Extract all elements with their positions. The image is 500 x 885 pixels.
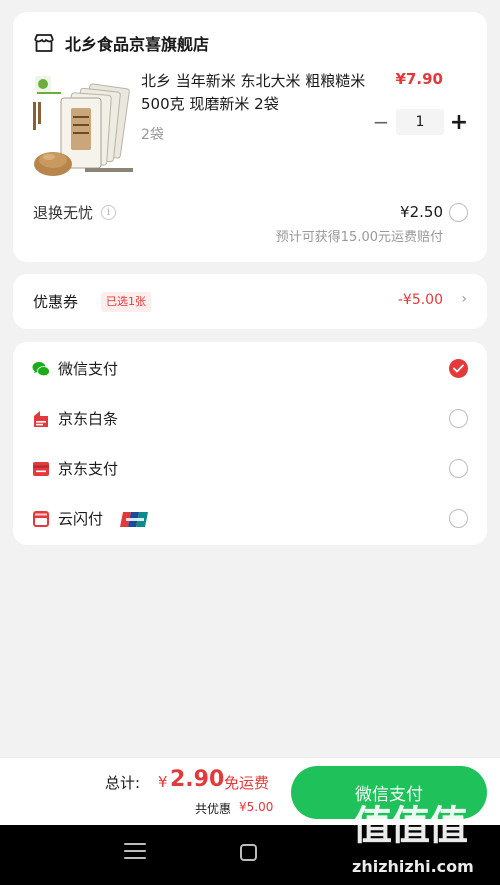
product-price: ¥7.90	[395, 70, 443, 88]
return-service-label: 退换无忧	[33, 204, 94, 222]
product-title[interactable]: 北乡 当年新米 东北大米 粗粮糙米500克 现磨新米 2袋	[141, 70, 371, 116]
quantity-minus-button[interactable]: −	[369, 110, 393, 134]
payment-methods: 微信支付 京东白条 京东支付 云闪付	[13, 342, 487, 545]
return-service-note: 预计可获得15.00元运费赔付	[275, 230, 443, 245]
store-icon	[33, 33, 55, 53]
jd-baitiao-icon	[32, 410, 50, 428]
watermark-text: zhizhizhi.com	[352, 857, 474, 876]
discount-amount: ¥5.00	[239, 800, 274, 814]
payment-option-quickpass[interactable]: 云闪付	[13, 493, 487, 543]
free-shipping-label: 免运费	[224, 774, 270, 792]
info-icon[interactable]: i	[101, 205, 117, 220]
coupon-amount: -¥5.00	[397, 292, 443, 308]
payment-label: 京东支付	[58, 460, 119, 478]
payment-label: 微信支付	[58, 360, 119, 378]
payment-radio[interactable]	[449, 459, 468, 478]
payment-option-jd-pay[interactable]: 京东支付	[13, 443, 487, 493]
store-card: 北乡食品京喜旗舰店 北乡 当年新米 东北大米 粗粮糙米500克 现磨新米 2袋 …	[13, 12, 487, 262]
jd-pay-icon	[32, 460, 50, 478]
discount-label: 共优惠	[195, 802, 232, 816]
home-icon[interactable]	[240, 844, 257, 861]
payment-label: 云闪付	[58, 510, 104, 528]
coupon-row[interactable]: 优惠券 已选1张 -¥5.00 ›	[13, 274, 487, 329]
payment-label: 京东白条	[58, 410, 119, 428]
store-name: 北乡食品京喜旗舰店	[65, 35, 210, 54]
quantity-input[interactable]: 1	[396, 109, 444, 135]
payment-option-jd-baitiao[interactable]: 京东白条	[13, 393, 487, 443]
watermark: 值值值 zhizhizhi.com	[352, 803, 492, 883]
payment-radio-checked[interactable]	[449, 359, 468, 378]
quickpass-icon	[32, 510, 50, 528]
store-header[interactable]: 北乡食品京喜旗舰店	[33, 30, 209, 56]
total-label: 总计:	[105, 774, 141, 792]
watermark-logo: 值值值	[352, 803, 468, 849]
return-service-row[interactable]: 退换无忧 i	[33, 202, 117, 223]
payment-option-wechat[interactable]: 微信支付	[13, 343, 487, 393]
payment-radio[interactable]	[449, 509, 468, 528]
quantity-plus-button[interactable]: +	[447, 110, 471, 135]
total-currency: ¥	[158, 773, 168, 791]
return-service-radio[interactable]	[449, 203, 468, 222]
return-service-price: ¥2.50	[400, 203, 443, 221]
payment-radio[interactable]	[449, 409, 468, 428]
unionpay-logo-icon	[120, 511, 151, 528]
coupon-badge: 已选1张	[101, 292, 151, 312]
wechat-pay-icon	[32, 360, 50, 378]
rice-bag-image[interactable]	[33, 72, 143, 182]
chevron-right-icon: ›	[461, 291, 467, 307]
total-amount: 2.90	[170, 767, 225, 792]
coupon-label: 优惠券	[33, 293, 79, 311]
menu-icon[interactable]	[124, 843, 146, 861]
product-spec: 2袋	[141, 127, 164, 143]
